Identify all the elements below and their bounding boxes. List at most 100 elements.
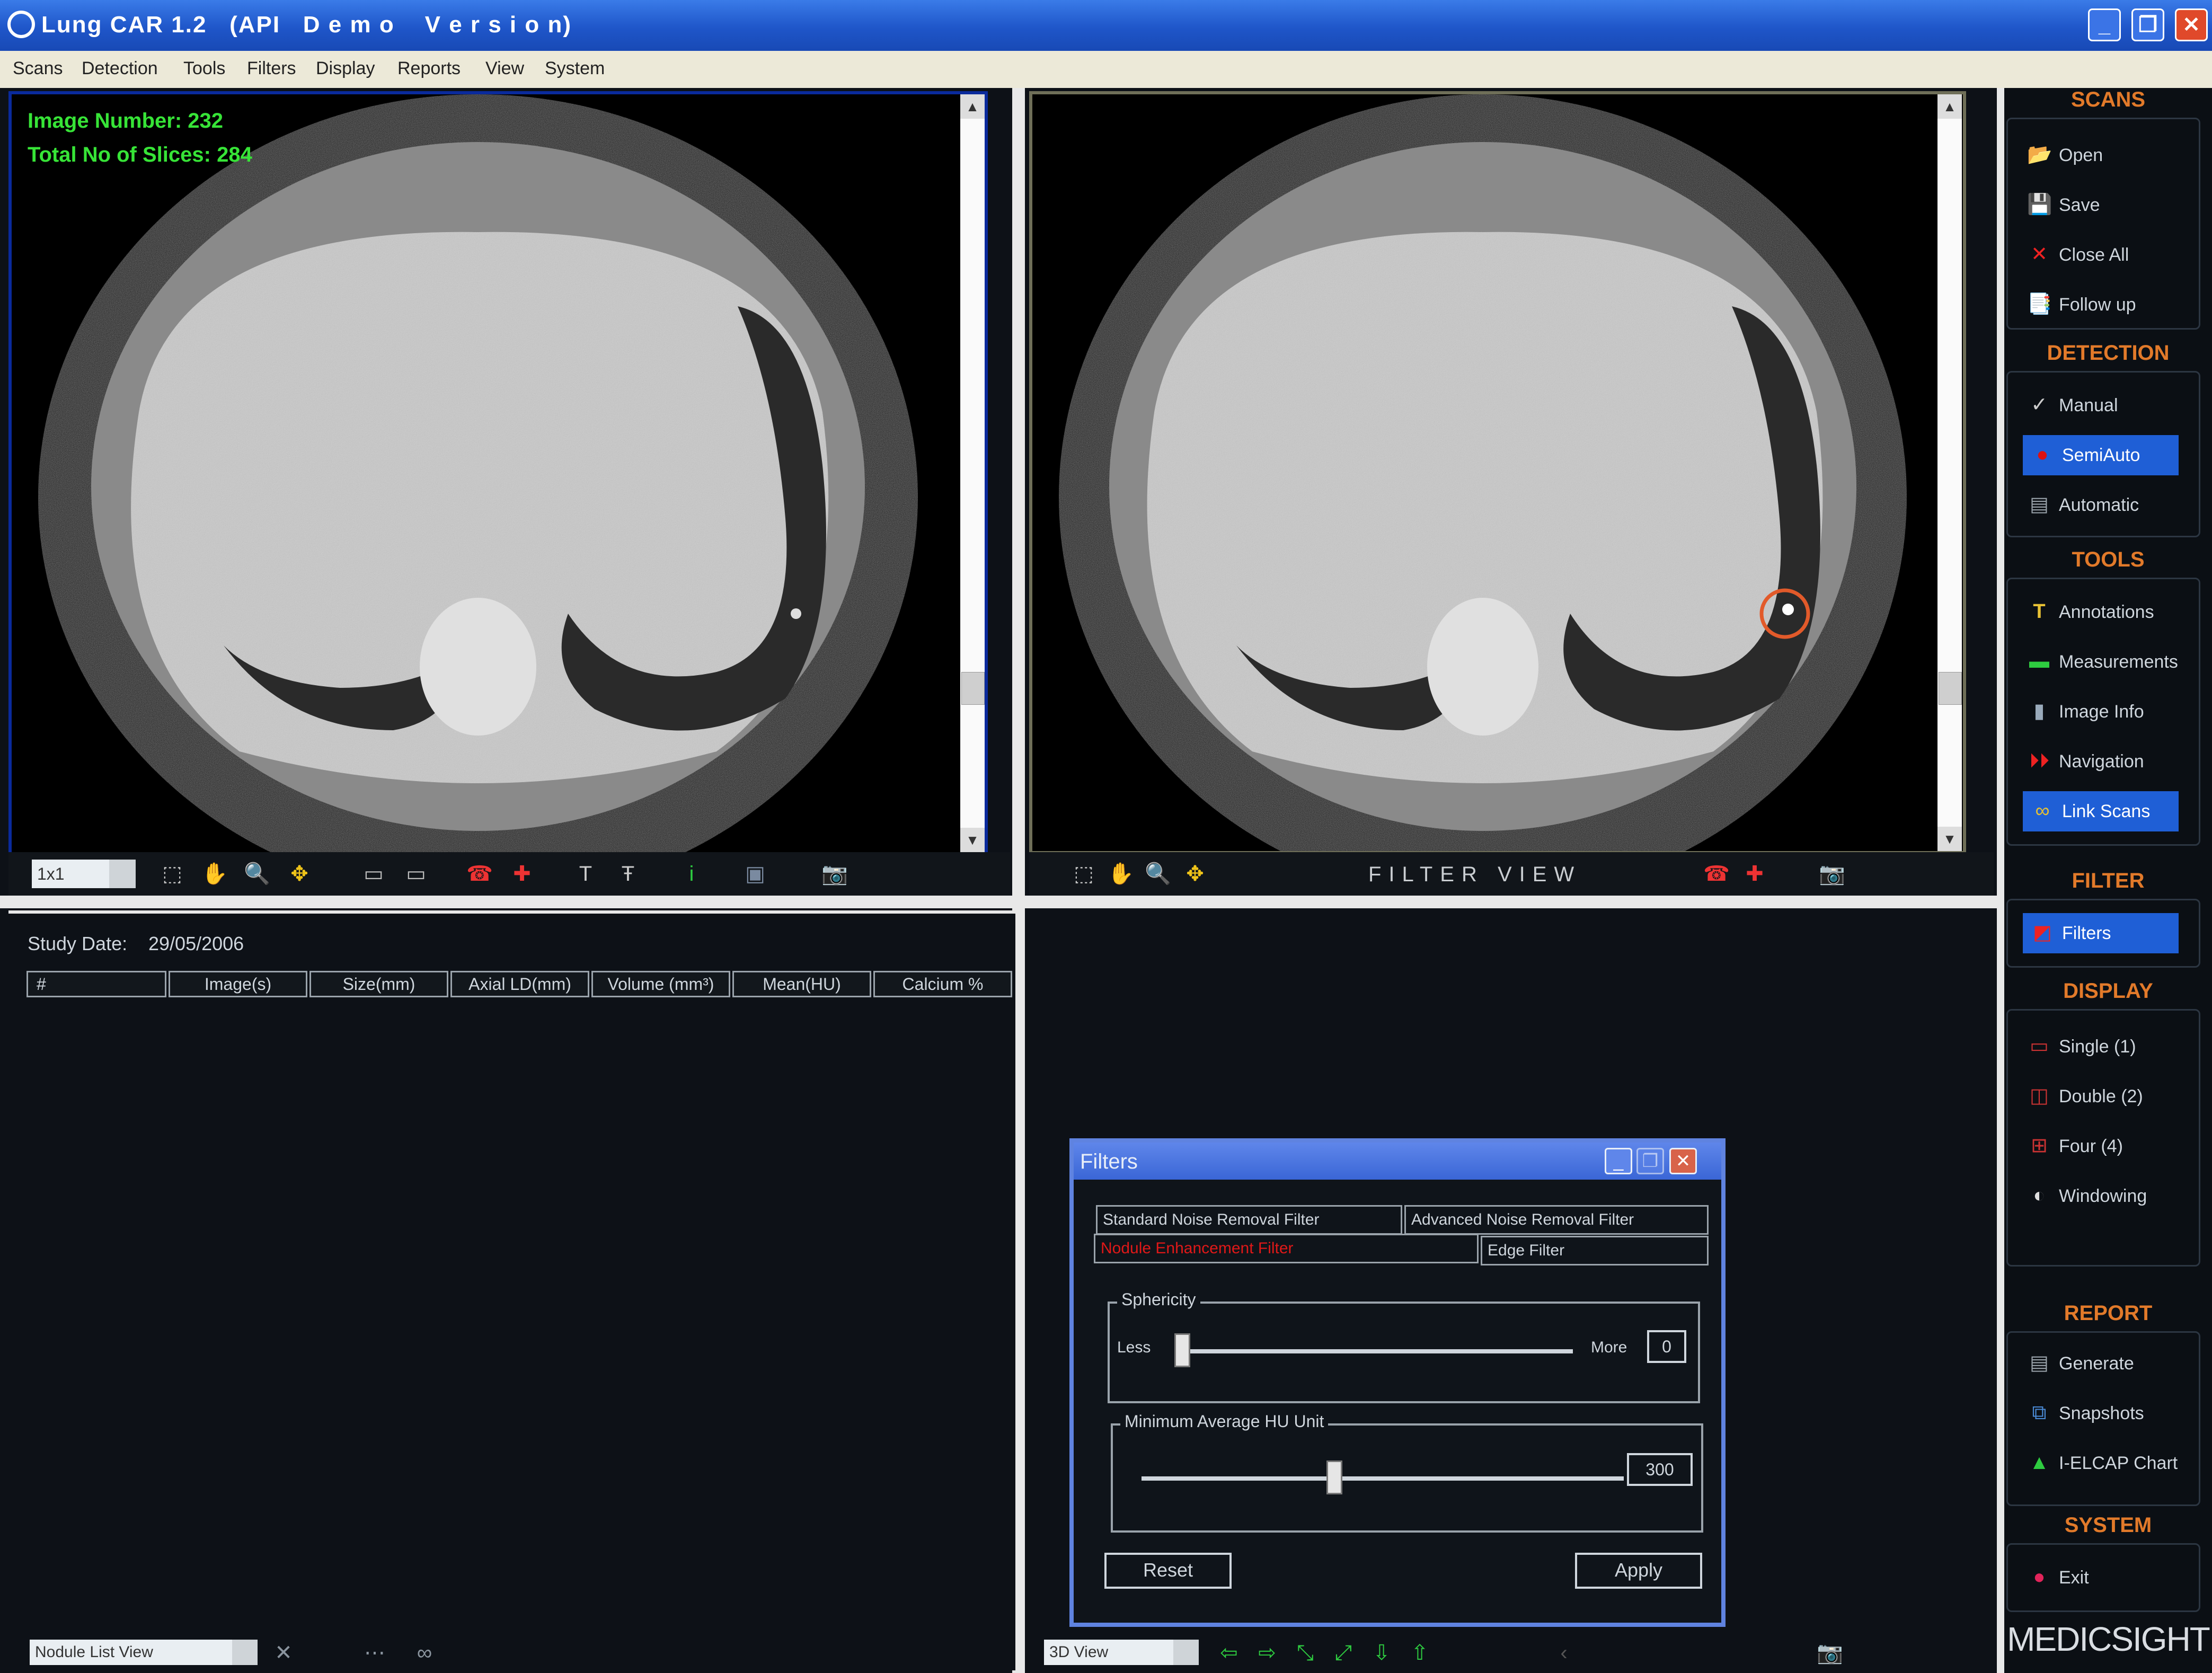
sidebar-item-follow-up[interactable]: 📑 Follow up — [2020, 285, 2179, 325]
tilt-right-icon[interactable]: ⤢ — [1330, 1640, 1357, 1666]
sidebar-item-exit[interactable]: ● Exit — [2020, 1557, 2179, 1598]
crosshair-icon[interactable]: ✥ — [1182, 861, 1208, 887]
dialog-minimize-button[interactable]: _ — [1605, 1148, 1632, 1174]
slice-down-icon[interactable]: ✚ — [509, 861, 535, 887]
sidebar-item-filters[interactable]: ◩ Filters — [2023, 913, 2179, 953]
sidebar-item-measurements[interactable]: ▬ Measurements — [2020, 642, 2179, 682]
maximize-button[interactable]: ❐ — [2131, 8, 2164, 41]
tab-nodule-enhancement[interactable]: Nodule Enhancement Filter — [1094, 1234, 1479, 1263]
filter-view-viewport[interactable]: ▲ ▼ — [1029, 91, 1966, 854]
link-icon[interactable]: ∞ — [411, 1640, 438, 1666]
window-next-icon[interactable]: ▭ — [403, 861, 429, 887]
scroll-down-icon[interactable]: ▼ — [960, 828, 985, 852]
dialog-maximize-button[interactable]: ❐ — [1636, 1148, 1664, 1174]
chevron-down-icon[interactable] — [1173, 1640, 1199, 1665]
scroll-down-icon[interactable]: ▼ — [1937, 827, 1962, 851]
column-header-index[interactable]: # — [26, 971, 166, 997]
pan-hand-icon[interactable]: ✋ — [1108, 861, 1134, 887]
sidebar-item-single[interactable]: ▭ Single (1) — [2020, 1026, 2179, 1067]
crosshair-icon[interactable]: ✥ — [286, 861, 313, 887]
sidebar-item-ielcap-chart[interactable]: ▲ I-ELCAP Chart — [2020, 1443, 2200, 1483]
horizontal-splitter[interactable] — [0, 896, 2003, 908]
list-options-icon[interactable]: ⋯ — [361, 1640, 388, 1666]
scroll-thumb[interactable] — [1939, 672, 1962, 705]
sidebar-item-windowing[interactable]: ◐ Windowing — [2020, 1176, 2179, 1216]
slice-up-icon[interactable]: ☎ — [466, 861, 493, 887]
menu-detection[interactable]: Detection — [82, 58, 158, 79]
tab-advanced-noise-removal[interactable]: Advanced Noise Removal Filter — [1404, 1205, 1709, 1235]
scroll-up-icon[interactable]: ▲ — [1937, 94, 1962, 119]
sidebar-item-four[interactable]: ⊞ Four (4) — [2020, 1126, 2179, 1166]
sidebar-item-navigation[interactable]: ⏵⏵ Navigation — [2020, 741, 2179, 782]
chevron-down-icon[interactable] — [109, 860, 136, 888]
column-header-calcium[interactable]: Calcium % — [873, 971, 1012, 997]
menu-tools[interactable]: Tools — [183, 58, 225, 79]
select-cursor-icon[interactable]: ⬚ — [159, 861, 185, 887]
tab-standard-noise-removal[interactable]: Standard Noise Removal Filter — [1096, 1205, 1402, 1235]
text-annotation-icon[interactable]: T — [572, 861, 599, 887]
sphericity-value[interactable]: 0 — [1647, 1330, 1686, 1363]
sphericity-slider-handle[interactable] — [1174, 1333, 1190, 1367]
right-viewport-scrollbar[interactable]: ▲ ▼ — [1937, 94, 1962, 851]
apply-button[interactable]: Apply — [1575, 1553, 1702, 1589]
tab-edge-filter[interactable]: Edge Filter — [1481, 1236, 1709, 1265]
text-format-icon[interactable]: Ŧ — [615, 861, 641, 887]
sidebar-item-save[interactable]: 💾 Save — [2020, 185, 2179, 225]
rotate-down-icon[interactable]: ⇩ — [1368, 1640, 1395, 1666]
close-button[interactable]: ✕ — [2175, 8, 2208, 41]
chevron-down-icon[interactable] — [232, 1640, 258, 1665]
menu-reports[interactable]: Reports — [397, 58, 461, 79]
pan-hand-icon[interactable]: ✋ — [201, 861, 228, 887]
left-viewport-scrollbar[interactable]: ▲ ▼ — [960, 94, 985, 852]
rotate-up-icon[interactable]: ⇧ — [1406, 1640, 1433, 1666]
min-avg-hu-slider-handle[interactable] — [1326, 1460, 1342, 1494]
min-avg-hu-slider-track[interactable] — [1142, 1476, 1624, 1481]
sidebar-item-manual[interactable]: ✓ Manual — [2020, 385, 2179, 426]
sidebar-item-automatic[interactable]: ▤ Automatic — [2020, 485, 2179, 525]
menu-system[interactable]: System — [545, 58, 605, 79]
sidebar-item-snapshots[interactable]: ⧉ Snapshots — [2020, 1393, 2179, 1433]
camera-snapshot-icon[interactable]: 📷 — [1819, 861, 1845, 887]
left-image-viewport[interactable]: Image Number: 232 Total No of Slices: 28… — [8, 91, 988, 855]
zoom-magnifier-icon[interactable]: 🔍 — [1145, 861, 1171, 887]
min-avg-hu-value[interactable]: 300 — [1627, 1453, 1693, 1486]
rotate-left-icon[interactable]: ⇦ — [1216, 1640, 1242, 1666]
menu-filters[interactable]: Filters — [247, 58, 296, 79]
filters-dialog-titlebar[interactable]: Filters _ ❐ ✕ — [1074, 1143, 1721, 1180]
sidebar-item-open[interactable]: 📂 Open — [2020, 135, 2179, 175]
3d-view-select[interactable]: 3D View — [1044, 1640, 1199, 1665]
tilt-left-icon[interactable]: ⤡ — [1292, 1640, 1319, 1666]
zoom-select[interactable]: 1x1 — [32, 860, 136, 888]
column-header-size[interactable]: Size(mm) — [309, 971, 448, 997]
camera-snapshot-icon[interactable]: 📷 — [1817, 1640, 1843, 1666]
menu-scans[interactable]: Scans — [13, 58, 63, 79]
back-icon[interactable]: ‹ — [1551, 1640, 1577, 1666]
sidebar-item-generate[interactable]: ▤ Generate — [2020, 1343, 2179, 1384]
layout-icon[interactable]: ▣ — [742, 861, 768, 887]
slice-up-icon[interactable]: ☎ — [1703, 861, 1730, 887]
sidebar-item-close-all[interactable]: ✕ Close All — [2020, 235, 2179, 275]
column-header-volume[interactable]: Volume (mm³) — [591, 971, 730, 997]
delete-nodule-icon[interactable]: ✕ — [270, 1640, 297, 1666]
reset-button[interactable]: Reset — [1104, 1553, 1232, 1589]
slice-down-icon[interactable]: ✚ — [1741, 861, 1768, 887]
scroll-thumb[interactable] — [961, 672, 985, 705]
sidebar-item-annotations[interactable]: T Annotations — [2020, 592, 2179, 632]
camera-snapshot-icon[interactable]: 📷 — [821, 861, 848, 887]
sidebar-item-image-info[interactable]: ▮ Image Info — [2020, 692, 2179, 732]
nodule-list-view-select[interactable]: Nodule List View — [30, 1640, 258, 1665]
column-header-axial-ld[interactable]: Axial LD(mm) — [450, 971, 589, 997]
menu-view[interactable]: View — [485, 58, 524, 79]
minimize-button[interactable]: _ — [2088, 8, 2121, 41]
window-prev-icon[interactable]: ▭ — [360, 861, 387, 887]
scroll-up-icon[interactable]: ▲ — [960, 94, 985, 119]
dialog-close-button[interactable]: ✕ — [1669, 1148, 1697, 1174]
select-cursor-icon[interactable]: ⬚ — [1070, 861, 1097, 887]
sidebar-item-semiauto[interactable]: ● SemiAuto — [2023, 435, 2179, 475]
sidebar-item-double[interactable]: ◫ Double (2) — [2020, 1076, 2179, 1117]
sidebar-item-link-scans[interactable]: ∞ Link Scans — [2023, 791, 2179, 831]
rotate-right-icon[interactable]: ⇨ — [1254, 1640, 1280, 1666]
column-header-mean-hu[interactable]: Mean(HU) — [732, 971, 871, 997]
sphericity-slider-track[interactable] — [1181, 1349, 1573, 1353]
menu-display[interactable]: Display — [316, 58, 375, 79]
